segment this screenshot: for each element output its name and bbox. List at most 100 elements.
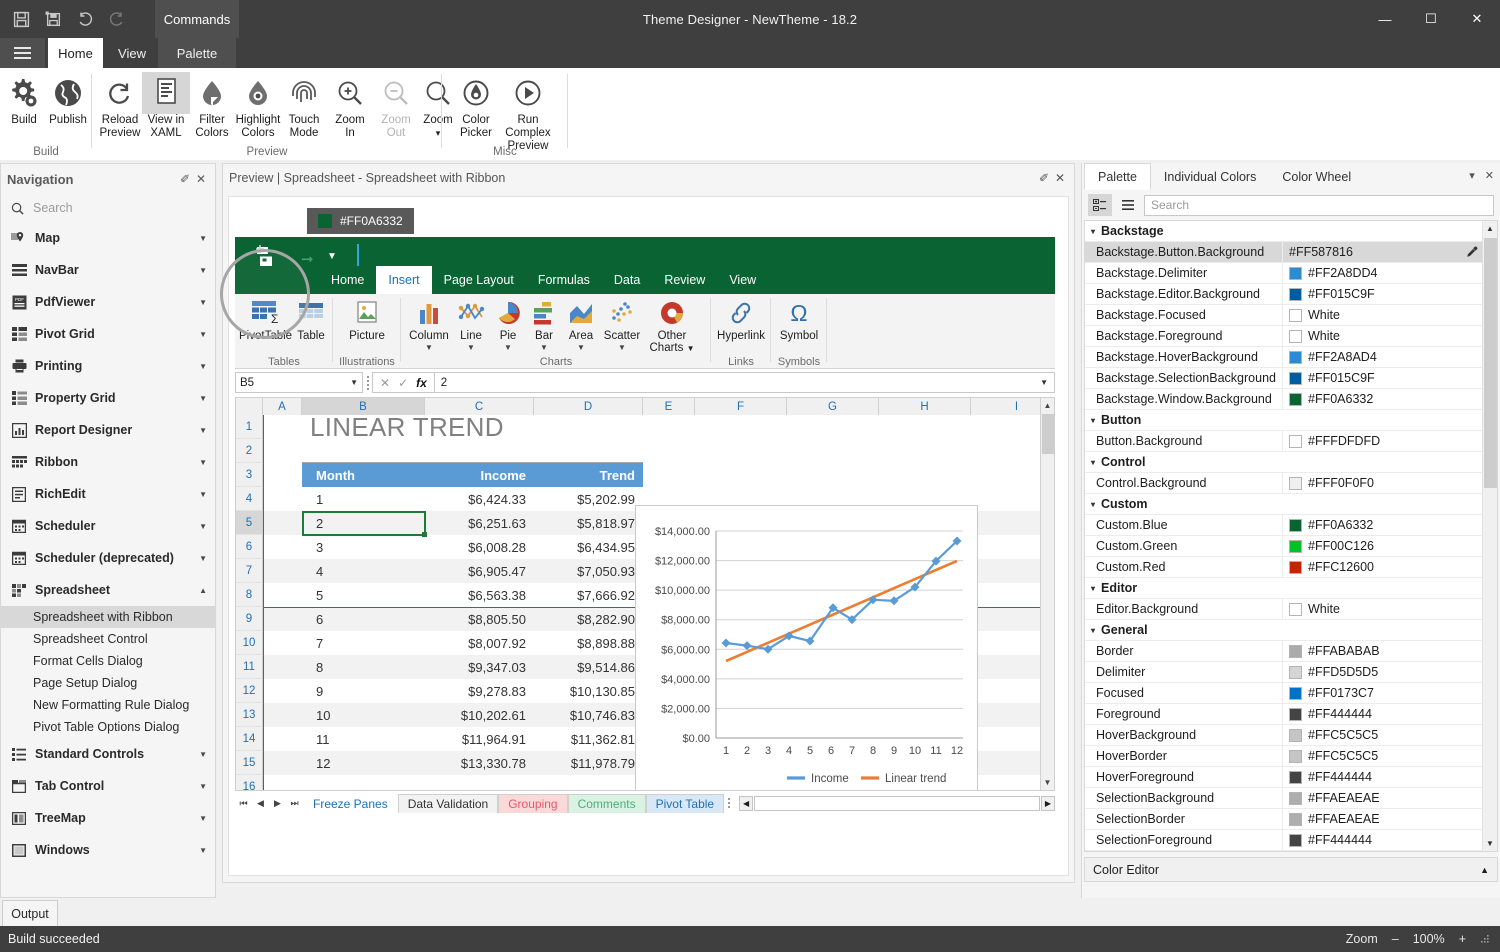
palette-color-value[interactable]: #FF2A8DD4 <box>1282 263 1497 284</box>
scrollbar-thumb[interactable] <box>1484 238 1497 488</box>
cell-income[interactable]: $6,905.47 <box>425 559 534 583</box>
menu-hamburger-icon[interactable] <box>0 38 45 68</box>
pie-chart-button[interactable]: Pie ▼ <box>489 296 527 353</box>
sidebar-item-treemap[interactable]: TreeMap ▼ <box>1 802 215 834</box>
sidebar-subitem-format-cells-dialog[interactable]: Format Cells Dialog <box>1 650 215 672</box>
palette-row[interactable]: Backstage.HoverBackground #FF2A8AD4 <box>1085 347 1497 368</box>
cell-trend[interactable]: $11,978.79 <box>534 751 643 775</box>
chevron-down-icon[interactable]: ▼ <box>199 846 207 855</box>
chevron-down-icon[interactable]: ▼ <box>451 342 491 353</box>
cell-b3-header[interactable]: Month <box>302 463 425 487</box>
publish-button[interactable]: Publish <box>44 72 92 127</box>
tab-home[interactable]: Home <box>48 38 103 68</box>
chevron-up-icon[interactable]: ▲ <box>199 586 207 595</box>
cell-trend[interactable]: $5,202.99 <box>534 487 643 511</box>
select-all-corner[interactable] <box>236 398 263 415</box>
insert-function-button[interactable]: fx <box>416 376 427 390</box>
chevron-down-icon[interactable]: ▼ <box>199 554 207 563</box>
sidebar-item-spreadsheet[interactable]: Spreadsheet ▲ <box>1 574 215 606</box>
sidebar-item-scheduler-deprecated[interactable]: Scheduler (deprecated) ▼ <box>1 542 215 574</box>
cell-month[interactable]: 7 <box>302 631 425 655</box>
view-in-xaml-button[interactable]: View inXAML <box>142 72 190 140</box>
column-header-h[interactable]: H <box>879 398 971 415</box>
tab-color-wheel[interactable]: Color Wheel <box>1269 163 1364 190</box>
palette-group-backstage[interactable]: ▾ Backstage <box>1085 221 1497 242</box>
first-sheet-icon[interactable]: ⏮ <box>235 794 252 812</box>
name-box[interactable]: B5 ▼ <box>235 372 363 393</box>
sheet-tab-freeze-panes[interactable]: Freeze Panes <box>303 794 398 813</box>
palette-row[interactable]: Foreground #FF444444 <box>1085 704 1497 725</box>
chevron-down-icon[interactable]: ▼ <box>525 342 563 353</box>
palette-color-value[interactable]: #FFAEAEAE <box>1282 788 1497 809</box>
xl-tab-view[interactable]: View <box>717 266 768 294</box>
sidebar-item-tab-control[interactable]: Tab Control ▼ <box>1 770 215 802</box>
row-header[interactable]: 16 <box>236 775 263 791</box>
sheet-tab-grouping[interactable]: Grouping <box>498 794 567 813</box>
cell-trend[interactable]: $6,434.95 <box>534 535 643 559</box>
chevron-down-icon[interactable]: ▼ <box>327 251 337 262</box>
touch-mode-button[interactable]: TouchMode <box>280 72 328 140</box>
pin-icon[interactable]: ✐ <box>1036 171 1052 185</box>
cell-month[interactable]: 12 <box>302 751 425 775</box>
cell-income[interactable]: $6,424.33 <box>425 487 534 511</box>
scrollbar-track[interactable] <box>754 796 1040 811</box>
eyedropper-icon[interactable] <box>1466 246 1478 258</box>
row-header[interactable]: 11 <box>236 655 263 679</box>
row-header[interactable]: 2 <box>236 439 263 463</box>
row-header[interactable]: 9 <box>236 607 263 631</box>
commands-tab[interactable]: Commands <box>155 0 239 38</box>
row-header[interactable]: 12 <box>236 679 263 703</box>
palette-color-grid[interactable]: ▾ Backstage Backstage.Button.Background … <box>1084 220 1498 852</box>
chevron-up-icon[interactable]: ▲ <box>1480 865 1489 875</box>
cell-income[interactable]: $10,202.61 <box>425 703 534 727</box>
palette-color-value[interactable]: #FFC12600 <box>1282 557 1497 578</box>
sidebar-item-windows-ui[interactable]: Windows UI ▼ <box>1 866 215 869</box>
cell-trend[interactable]: $8,282.90 <box>534 607 643 631</box>
palette-row[interactable]: Backstage.Foreground White <box>1085 326 1497 347</box>
column-header-d[interactable]: D <box>534 398 643 415</box>
palette-color-value[interactable]: #FFD5D5D5 <box>1282 662 1497 683</box>
next-sheet-icon[interactable]: ▶ <box>269 794 286 812</box>
palette-row[interactable]: Control.Background #FFF0F0F0 <box>1085 473 1497 494</box>
scroll-up-icon[interactable]: ▲ <box>1483 221 1497 236</box>
last-sheet-icon[interactable]: ⏭ <box>286 794 303 812</box>
cell-month[interactable]: 1 <box>302 487 425 511</box>
cell-month[interactable]: 8 <box>302 655 425 679</box>
cell-month[interactable]: 6 <box>302 607 425 631</box>
chevron-down-icon[interactable]: ▼ <box>199 426 207 435</box>
xl-tab-page-layout[interactable]: Page Layout <box>432 266 526 294</box>
close-icon[interactable]: ✕ <box>1052 171 1068 185</box>
cell-b1-title[interactable]: LINEAR TREND <box>302 415 592 439</box>
navigation-search[interactable]: Search <box>1 194 215 222</box>
scatter-chart-button[interactable]: Scatter ▼ <box>599 296 645 353</box>
column-header-f[interactable]: F <box>695 398 787 415</box>
cell-month[interactable]: 5 <box>302 583 425 607</box>
column-header-e[interactable]: E <box>643 398 695 415</box>
sidebar-item-navbar[interactable]: NavBar ▼ <box>1 254 215 286</box>
palette-color-value[interactable]: #FF015C9F <box>1282 284 1497 305</box>
chevron-down-icon[interactable]: ▼ <box>350 378 358 387</box>
palette-row[interactable]: HoverBackground #FFC5C5C5 <box>1085 725 1497 746</box>
color-editor-panel[interactable]: Color Editor ▲ <box>1084 857 1498 882</box>
row-header[interactable]: 14 <box>236 727 263 751</box>
palette-row[interactable]: HoverBorder #FFC5C5C5 <box>1085 746 1497 767</box>
palette-color-value[interactable]: #FFAEAEAE <box>1282 809 1497 830</box>
horizontal-scrollbar[interactable]: ◀ ▶ <box>739 795 1055 812</box>
palette-row[interactable]: Custom.Blue #FF0A6332 <box>1085 515 1497 536</box>
list-view-icon[interactable] <box>1116 194 1140 216</box>
palette-row[interactable]: Button.Background #FFFDFDFD <box>1085 431 1497 452</box>
palette-color-value[interactable]: #FFFDFDFD <box>1282 431 1497 452</box>
palette-color-value[interactable]: #FF0A6332 <box>1282 515 1497 536</box>
close-icon[interactable]: ✕ <box>193 172 209 186</box>
palette-row[interactable]: Backstage.Editor.Background #FF015C9F <box>1085 284 1497 305</box>
fill-handle[interactable] <box>422 532 427 537</box>
palette-row[interactable]: Delimiter #FFD5D5D5 <box>1085 662 1497 683</box>
row-header[interactable]: 15 <box>236 751 263 775</box>
chevron-down-icon[interactable]: ▼ <box>599 342 645 353</box>
palette-scrollbar[interactable]: ▲ ▼ <box>1482 221 1497 851</box>
tab-individual-colors[interactable]: Individual Colors <box>1151 163 1269 190</box>
row-header[interactable]: 5 <box>236 511 263 535</box>
cell-trend[interactable]: $5,818.97 <box>534 511 643 535</box>
picture-button[interactable]: Picture <box>339 296 395 342</box>
chevron-down-icon[interactable]: ▼ <box>199 490 207 499</box>
